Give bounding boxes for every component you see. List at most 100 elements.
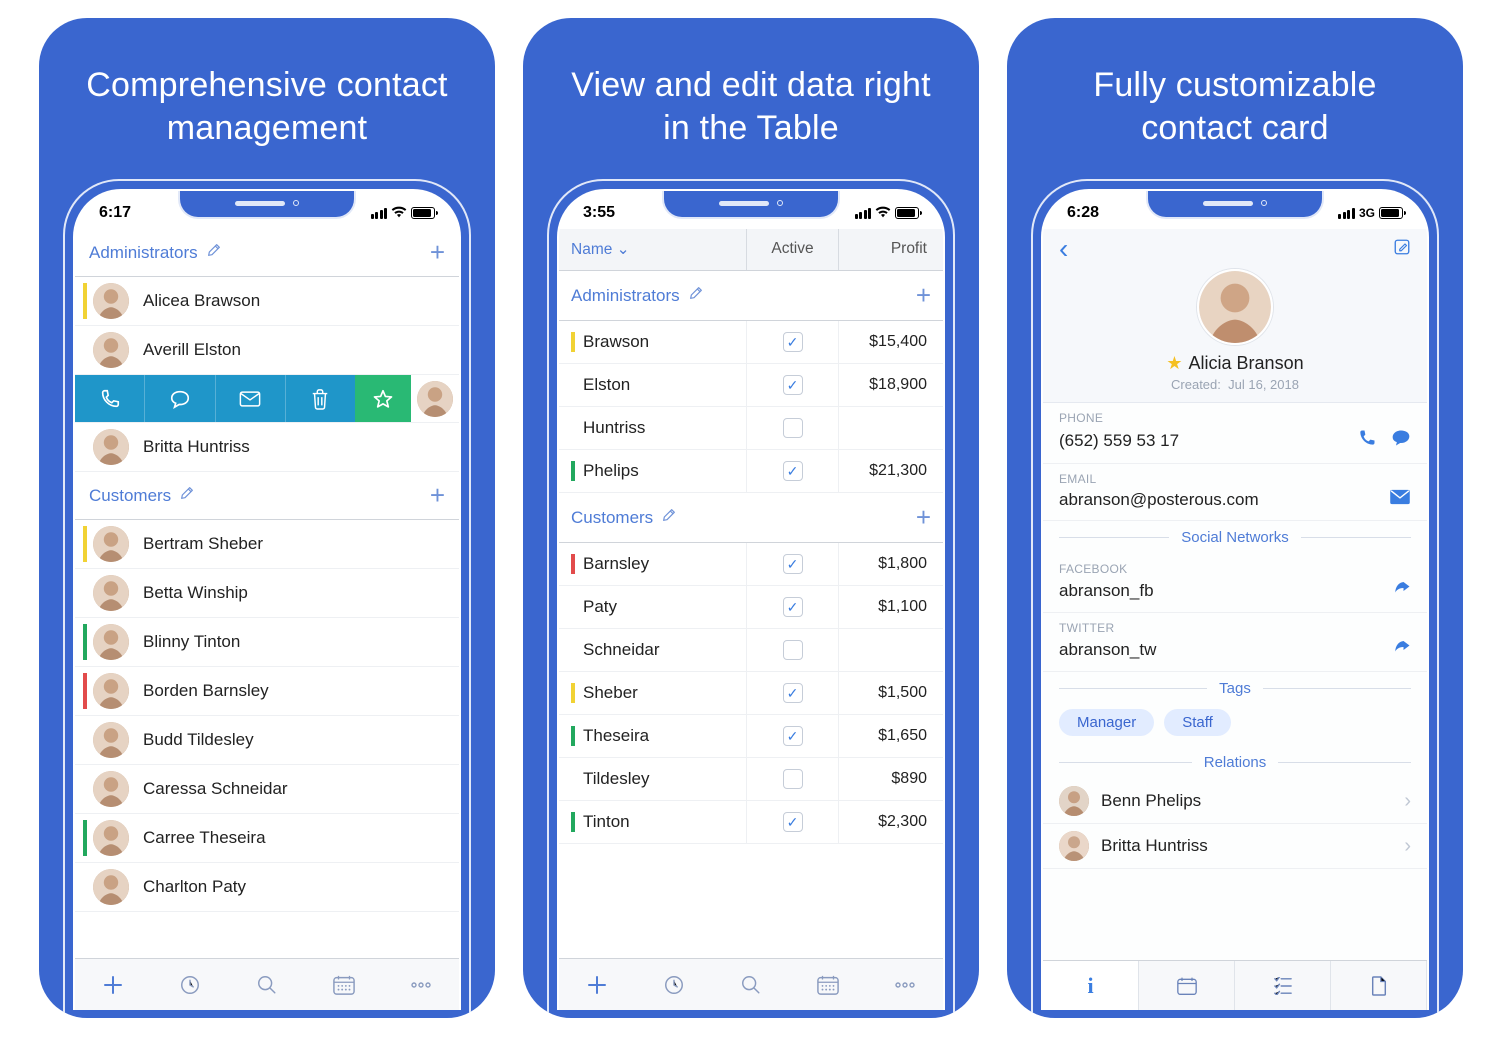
swipe-mail-button[interactable]: [216, 375, 286, 422]
active-checkbox[interactable]: ✓: [783, 461, 803, 481]
contact-row[interactable]: Blinny Tinton: [75, 618, 459, 667]
twitter-value[interactable]: abranson_tw: [1059, 640, 1393, 660]
contact-row[interactable]: Britta Huntriss: [75, 423, 459, 472]
toolbar-add-button[interactable]: [75, 973, 152, 997]
table-row[interactable]: Phelips✓$21,300: [559, 450, 943, 493]
facebook-value[interactable]: abranson_fb: [1059, 581, 1393, 601]
tab-info[interactable]: i: [1043, 961, 1139, 1010]
table-row[interactable]: Brawson✓$15,400: [559, 321, 943, 364]
email-value[interactable]: abranson@posterous.com: [1059, 490, 1389, 510]
group-add-button[interactable]: +: [916, 280, 931, 311]
table-row[interactable]: Theseira✓$1,650: [559, 715, 943, 758]
tag-pill[interactable]: Staff: [1164, 709, 1231, 736]
relation-row[interactable]: Benn Phelips ›: [1043, 779, 1427, 824]
table-row[interactable]: Tildesley$890: [559, 758, 943, 801]
avatar: [93, 820, 129, 856]
group-title: Customers: [571, 508, 653, 528]
contact-name: Caressa Schneidar: [143, 779, 288, 799]
cell-profit: $18,900: [839, 364, 943, 406]
active-checkbox[interactable]: [783, 418, 803, 438]
toolbar-more-button[interactable]: [866, 979, 943, 991]
col-active[interactable]: Active: [747, 229, 839, 270]
group-header[interactable]: Customers +: [559, 493, 943, 543]
group-add-button[interactable]: +: [430, 237, 445, 268]
active-checkbox[interactable]: ✓: [783, 683, 803, 703]
star-icon[interactable]: ★: [1166, 353, 1182, 374]
headline: Fully customizable contact card: [1007, 18, 1463, 179]
contact-row[interactable]: Caressa Schneidar: [75, 765, 459, 814]
col-profit[interactable]: Profit: [839, 229, 943, 270]
group-add-button[interactable]: +: [430, 480, 445, 511]
color-strip: [83, 575, 87, 611]
group-add-button[interactable]: +: [916, 502, 931, 533]
status-time: 3:55: [583, 204, 615, 222]
group-header[interactable]: Administrators+: [75, 229, 459, 277]
pencil-icon[interactable]: [661, 507, 677, 528]
color-strip: [571, 461, 575, 481]
contact-row[interactable]: Bertram Sheber: [75, 520, 459, 569]
active-checkbox[interactable]: ✓: [783, 375, 803, 395]
table-row[interactable]: Tinton✓$2,300: [559, 801, 943, 844]
toolbar-calendar-button[interactable]: [789, 974, 866, 996]
table-row[interactable]: Schneidar: [559, 629, 943, 672]
toolbar-add-button[interactable]: [559, 973, 636, 997]
color-strip: [83, 624, 87, 660]
table-row[interactable]: Huntriss: [559, 407, 943, 450]
col-name-sort[interactable]: Name ⌄: [559, 229, 747, 270]
toolbar-recent-button[interactable]: [636, 974, 713, 996]
back-button[interactable]: ‹: [1059, 233, 1068, 265]
active-checkbox[interactable]: [783, 769, 803, 789]
table-row[interactable]: Sheber✓$1,500: [559, 672, 943, 715]
contact-row[interactable]: Alicea Brawson: [75, 277, 459, 326]
avatar[interactable]: [411, 375, 459, 422]
toolbar-recent-button[interactable]: [152, 974, 229, 996]
tab-document[interactable]: [1331, 961, 1427, 1010]
group-header[interactable]: Customers+: [75, 472, 459, 520]
group-header[interactable]: Administrators+: [559, 271, 943, 321]
pencil-icon[interactable]: [206, 242, 222, 263]
promo-panel-3: Fully customizable contact card 6:28 3G …: [1007, 18, 1463, 1018]
tag-pill[interactable]: Manager: [1059, 709, 1154, 736]
tab-checklist[interactable]: [1235, 961, 1331, 1010]
swipe-delete-button[interactable]: [286, 375, 355, 422]
pencil-icon[interactable]: [688, 285, 704, 306]
contact-row[interactable]: Betta Winship: [75, 569, 459, 618]
contact-row[interactable]: Carree Theseira: [75, 814, 459, 863]
pencil-icon[interactable]: [179, 485, 195, 506]
edit-button[interactable]: [1393, 238, 1411, 261]
avatar: [93, 673, 129, 709]
active-checkbox[interactable]: ✓: [783, 332, 803, 352]
toolbar-calendar-button[interactable]: [305, 974, 382, 996]
active-checkbox[interactable]: ✓: [783, 812, 803, 832]
tab-calendar[interactable]: [1139, 961, 1235, 1010]
message-icon[interactable]: [1391, 428, 1411, 453]
toolbar-search-button[interactable]: [713, 974, 790, 996]
contact-row[interactable]: Borden Barnsley: [75, 667, 459, 716]
active-checkbox[interactable]: [783, 640, 803, 660]
toolbar-more-button[interactable]: [382, 979, 459, 991]
contact-row[interactable]: Budd Tildesley: [75, 716, 459, 765]
table-row[interactable]: Barnsley✓$1,800: [559, 543, 943, 586]
avatar: [93, 526, 129, 562]
swipe-message-button[interactable]: [145, 375, 215, 422]
active-checkbox[interactable]: ✓: [783, 554, 803, 574]
swipe-call-button[interactable]: [75, 375, 145, 422]
table-row[interactable]: Elston✓$18,900: [559, 364, 943, 407]
contact-row[interactable]: Averill Elston: [75, 326, 459, 375]
avatar[interactable]: [1197, 269, 1273, 345]
share-icon[interactable]: [1393, 638, 1411, 661]
swipe-favorite-button[interactable]: [355, 375, 411, 422]
contact-row[interactable]: Charlton Paty: [75, 863, 459, 912]
cell-name: Schneidar: [583, 640, 660, 660]
share-icon[interactable]: [1393, 579, 1411, 602]
toolbar-search-button[interactable]: [229, 974, 306, 996]
phone-value[interactable]: (652) 559 53 17: [1059, 431, 1357, 451]
phone-icon[interactable]: [1357, 428, 1377, 453]
active-checkbox[interactable]: ✓: [783, 597, 803, 617]
table-row[interactable]: Paty✓$1,100: [559, 586, 943, 629]
mail-icon[interactable]: [1389, 489, 1411, 510]
active-checkbox[interactable]: ✓: [783, 726, 803, 746]
relation-row[interactable]: Britta Huntriss ›: [1043, 824, 1427, 869]
phone-frame-inner: 6:17 Administrators+Alicea BrawsonAveril…: [73, 189, 461, 1010]
cell-name: Paty: [583, 597, 617, 617]
